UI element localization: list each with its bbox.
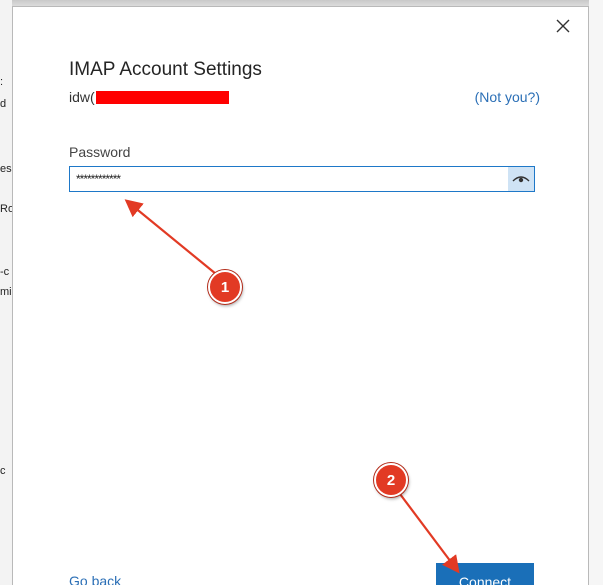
eye-icon <box>512 176 530 183</box>
background-text-fragment: c <box>0 465 6 477</box>
annotation-badge-2: 2 <box>374 463 408 497</box>
background-text-fragment: -c <box>0 266 10 278</box>
password-input[interactable] <box>70 167 516 191</box>
background-text-fragment: mi <box>0 286 12 298</box>
close-button[interactable] <box>552 15 574 37</box>
password-field[interactable] <box>69 166 535 192</box>
annotation-badge-1: 1 <box>208 270 242 304</box>
imap-settings-dialog: IMAP Account Settings idw( (Not you?) Pa… <box>12 6 589 585</box>
connect-button[interactable]: Connect <box>436 563 534 585</box>
screenshot-stage: : d es Ro -c mi c IMAP Account Settings … <box>0 0 603 585</box>
background-text-fragment: es <box>0 163 12 175</box>
reveal-password-button[interactable] <box>508 167 534 191</box>
background-window-right <box>589 0 603 585</box>
account-email: idw( <box>69 89 229 105</box>
account-email-text: idw( <box>69 89 95 105</box>
close-icon <box>556 19 570 33</box>
not-you-link[interactable]: (Not you?) <box>475 89 540 105</box>
background-window-left: : d es Ro -c mi c <box>0 0 14 585</box>
background-text-fragment: : <box>0 76 4 88</box>
email-redaction <box>95 90 229 104</box>
background-text-fragment: d <box>0 98 7 110</box>
dialog-title: IMAP Account Settings <box>69 59 262 80</box>
go-back-link[interactable]: Go back <box>69 573 121 585</box>
password-label: Password <box>69 144 131 160</box>
